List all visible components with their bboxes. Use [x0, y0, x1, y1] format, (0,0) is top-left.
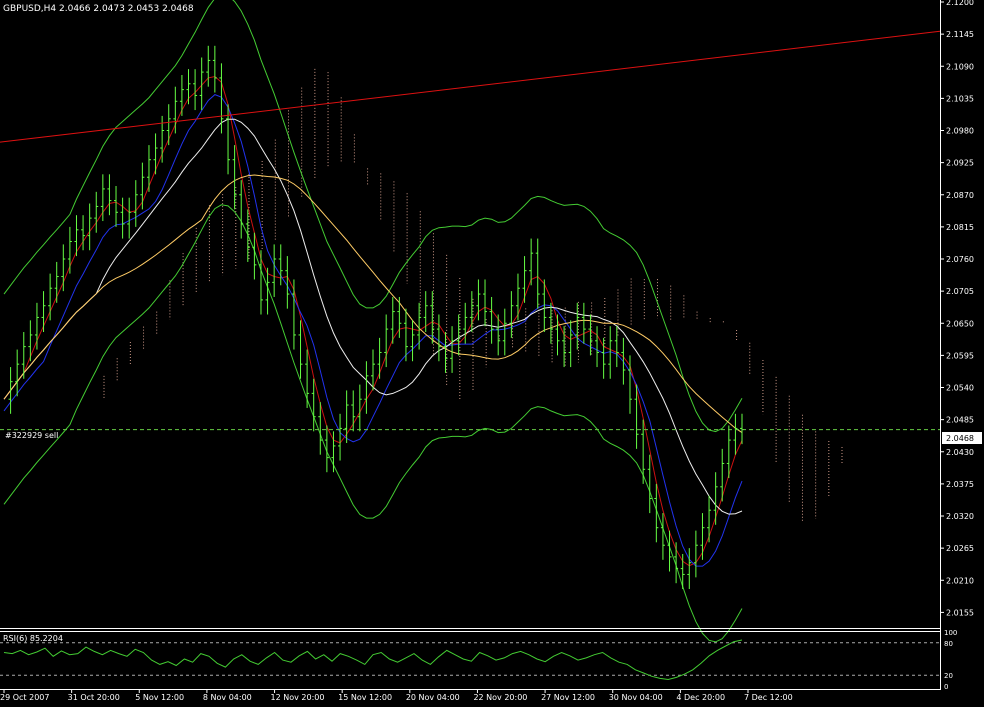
price-tick-label: 2.1200	[946, 0, 974, 7]
price-tick-label: 2.0980	[946, 127, 974, 136]
price-tick-label: 2.0650	[946, 319, 974, 328]
price-tick-label: 2.1035	[946, 94, 974, 103]
time-tick-label: 12 Nov 20:00	[271, 693, 325, 702]
price-tick-label: 2.0760	[946, 255, 974, 264]
rsi-tick-label: 100	[944, 629, 957, 637]
rsi-label: RSI(6) 85.2204	[3, 634, 63, 643]
price-tick-label: 2.0265	[946, 544, 974, 553]
price-tick-label: 2.0925	[946, 159, 974, 168]
time-tick-label: 20 Nov 04:00	[406, 693, 460, 702]
price-tick-label: 2.0870	[946, 191, 974, 200]
rsi-tick-label: 80	[944, 640, 953, 648]
time-tick-label: 5 Nov 12:00	[135, 693, 184, 702]
time-tick-label: 29 Oct 2007	[0, 693, 49, 702]
time-tick-label: 4 Dec 20:00	[676, 693, 725, 702]
time-tick-label: 22 Nov 20:00	[473, 693, 527, 702]
time-tick-label: 31 Oct 20:00	[68, 693, 120, 702]
rsi-tick-label: 20	[944, 672, 953, 680]
price-tick-label: 2.0815	[946, 223, 974, 232]
price-tick-label: 2.0485	[946, 416, 974, 425]
current-price-tag: 2.0468	[946, 434, 974, 443]
order-label: #322929 sell	[5, 431, 58, 440]
price-tick-label: 2.0705	[946, 287, 974, 296]
price-tick-label: 2.0210	[946, 576, 974, 585]
chart-background	[0, 0, 984, 707]
price-tick-label: 2.0320	[946, 512, 974, 521]
price-tick-label: 2.1145	[946, 30, 974, 39]
time-tick-label: 27 Nov 12:00	[541, 693, 595, 702]
price-tick-label: 2.1090	[946, 62, 974, 71]
price-chart[interactable]: 2.1200 2.1145 2.1090 2.1035 2.0980 2.0925 2.08…	[0, 0, 984, 707]
time-tick-label: 7 Dec 12:00	[744, 693, 793, 702]
price-tick-label: 2.0595	[946, 351, 974, 360]
price-tick-label: 2.0540	[946, 384, 974, 393]
rsi-tick-label: 0	[944, 683, 948, 691]
time-tick-label: 8 Nov 04:00	[203, 693, 252, 702]
time-tick-label: 30 Nov 04:00	[609, 693, 663, 702]
price-tick-label: 2.0375	[946, 480, 974, 489]
chart-header: GBPUSD,H4 2.0466 2.0473 2.0453 2.0468	[3, 4, 194, 14]
time-tick-label: 15 Nov 12:00	[338, 693, 392, 702]
price-tick-label: 2.0430	[946, 448, 974, 457]
price-tick-label: 2.0155	[946, 608, 974, 617]
